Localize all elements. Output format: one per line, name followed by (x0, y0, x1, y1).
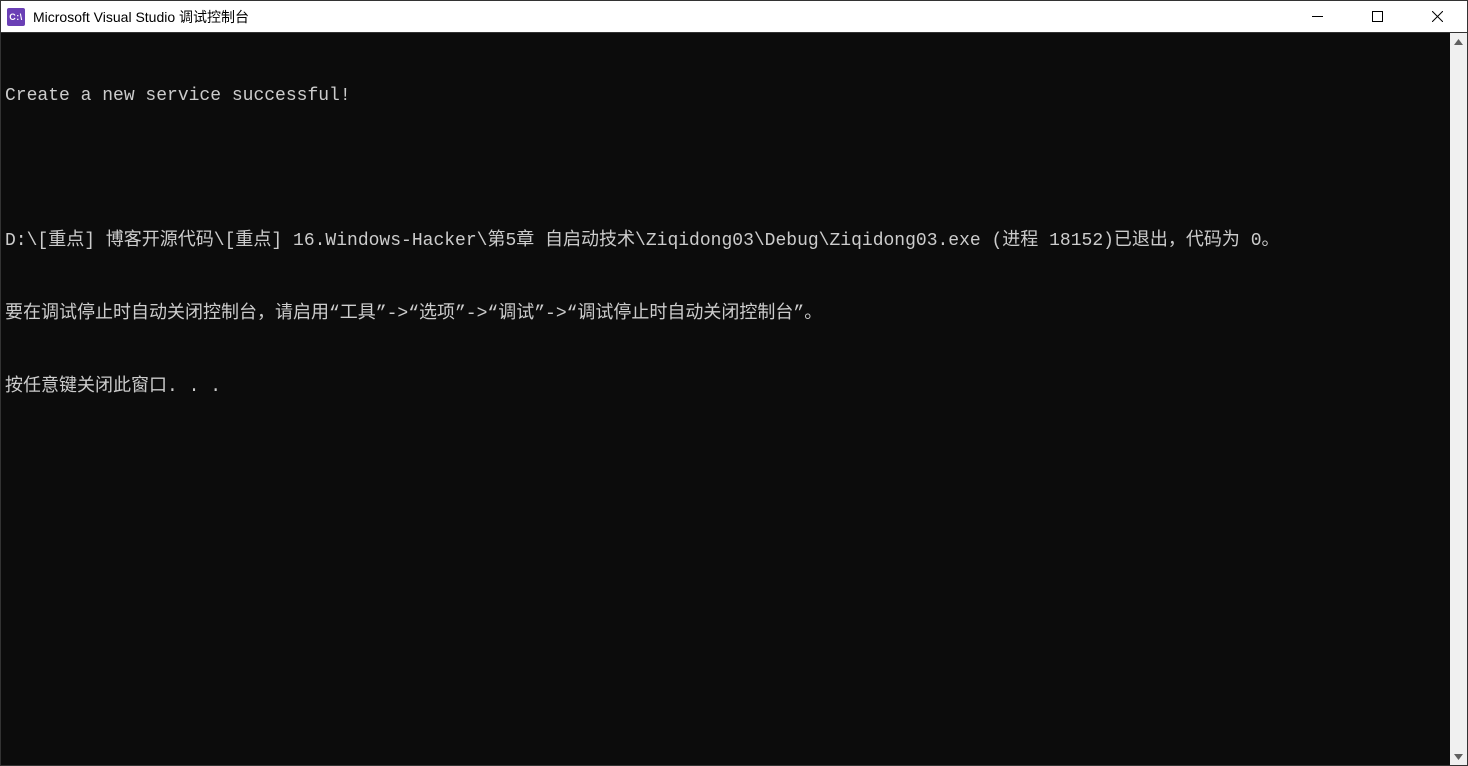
window-controls (1287, 1, 1467, 32)
vertical-scrollbar[interactable] (1450, 33, 1467, 765)
console-line: D:\[重点] 博客开源代码\[重点] 16.Windows-Hacker\第5… (5, 229, 1446, 253)
titlebar[interactable]: C:\ Microsoft Visual Studio 调试控制台 (1, 1, 1467, 33)
close-icon (1432, 11, 1443, 22)
chevron-down-icon (1454, 754, 1463, 760)
minimize-icon (1312, 11, 1323, 22)
maximize-icon (1372, 11, 1383, 22)
maximize-button[interactable] (1347, 1, 1407, 32)
console-line: Create a new service successful! (5, 84, 1446, 108)
console-line: 要在调试停止时自动关闭控制台，请启用“工具”->“选项”->“调试”->“调试停… (5, 302, 1446, 326)
window-title: Microsoft Visual Studio 调试控制台 (33, 7, 249, 27)
titlebar-left: C:\ Microsoft Visual Studio 调试控制台 (1, 7, 249, 27)
client-area: Create a new service successful! D:\[重点]… (1, 33, 1467, 765)
minimize-button[interactable] (1287, 1, 1347, 32)
console-line: 按任意键关闭此窗口. . . (5, 375, 1446, 399)
console-output[interactable]: Create a new service successful! D:\[重点]… (1, 33, 1450, 765)
close-button[interactable] (1407, 1, 1467, 32)
console-blank-line (5, 156, 1446, 180)
chevron-up-icon (1454, 39, 1463, 45)
scroll-up-button[interactable] (1450, 33, 1467, 50)
scroll-down-button[interactable] (1450, 748, 1467, 765)
app-icon: C:\ (7, 8, 25, 26)
window-frame: C:\ Microsoft Visual Studio 调试控制台 Create… (0, 0, 1468, 766)
app-icon-text: C:\ (9, 12, 23, 22)
